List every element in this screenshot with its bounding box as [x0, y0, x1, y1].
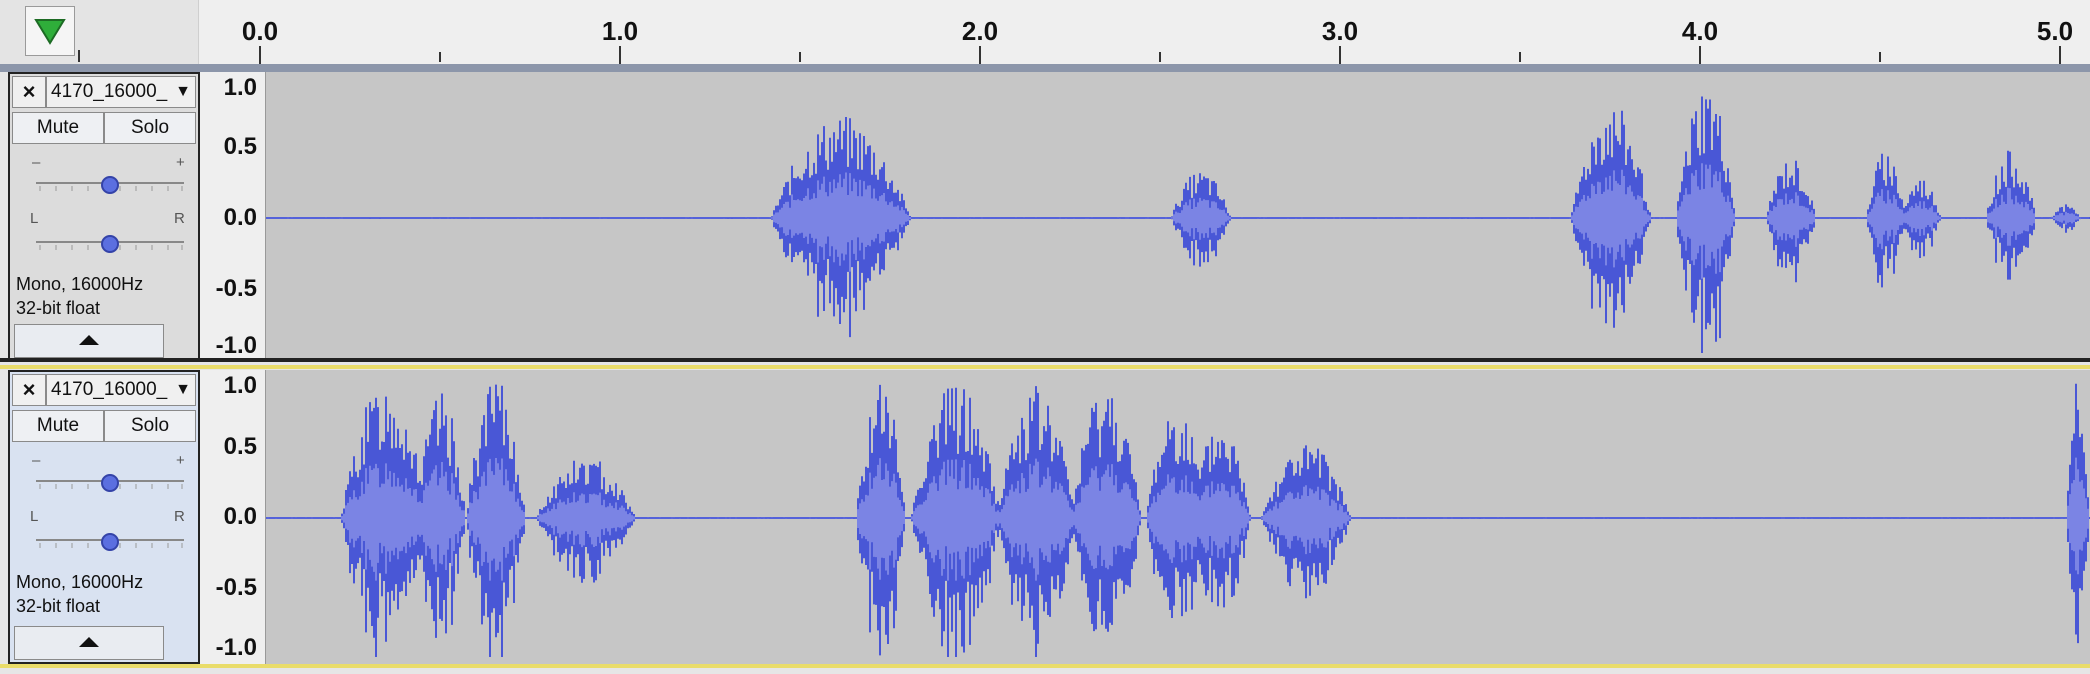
timeline-ruler[interactable]: 0.0 1.0 2.0 3.0 4.0 5.0: [0, 0, 2090, 65]
track-control-panel: × 4170_16000_ ▼ Mute Solo – + L R Mono, …: [8, 370, 200, 664]
pan-right-label: R: [174, 508, 185, 525]
track-bitdepth: 32-bit float: [16, 298, 101, 318]
scale-label: -1.0: [215, 634, 257, 661]
track-info: Mono, 16000Hz 32-bit float: [16, 272, 143, 320]
waveform-peaks: [266, 96, 2089, 353]
track-info: Mono, 16000Hz 32-bit float: [16, 570, 143, 618]
pan-slider[interactable]: [30, 230, 190, 260]
waveform: [266, 96, 2090, 353]
waveform-rms: [266, 163, 2089, 279]
ruler-label-2: 2.0: [961, 16, 999, 46]
close-track-button[interactable]: ×: [12, 76, 46, 108]
close-track-button[interactable]: ×: [12, 374, 46, 406]
gain-minus-label: –: [32, 452, 41, 469]
ruler-ticks: [78, 46, 2061, 64]
dropdown-arrow-icon: ▼: [175, 381, 191, 398]
collapse-track-button[interactable]: [14, 626, 164, 660]
track-name: 4170_16000_: [51, 379, 168, 400]
scale-label: 0.5: [223, 433, 257, 460]
scale-label: 0.0: [223, 204, 257, 231]
selection-border: [0, 664, 2090, 668]
scale-label: -0.5: [215, 574, 257, 601]
gain-minus-label: –: [32, 154, 41, 171]
scale-label: 1.0: [223, 74, 257, 101]
track-format: Mono, 16000Hz: [16, 572, 144, 592]
scale-label: 0.0: [223, 503, 257, 530]
gain-slider[interactable]: [30, 171, 190, 201]
dropdown-arrow-icon: ▼: [175, 83, 191, 100]
ruler-label-0: 0.0: [241, 16, 279, 46]
waveform-area[interactable]: [266, 72, 2090, 362]
track-name-menu[interactable]: 4170_16000_ ▼: [46, 76, 196, 108]
track-name-menu[interactable]: 4170_16000_ ▼: [46, 374, 196, 406]
gain-plus-label: +: [176, 154, 185, 171]
ruler-separator: [0, 64, 2090, 72]
mute-button[interactable]: Mute: [12, 410, 104, 442]
triangle-up-icon: [77, 633, 101, 654]
amplitude-scale: 1.0 0.5 0.0 -0.5 -1.0: [200, 72, 266, 362]
track-format: Mono, 16000Hz: [16, 274, 144, 294]
waveform-area[interactable]: [266, 370, 2090, 664]
collapse-track-button[interactable]: [14, 324, 164, 358]
audio-track-selected[interactable]: × 4170_16000_ ▼ Mute Solo – + L R Mono, …: [0, 370, 2090, 664]
ruler-label-4: 4.0: [1681, 16, 1719, 46]
selection-border: [0, 365, 2090, 369]
solo-button[interactable]: Solo: [104, 112, 196, 144]
gain-slider[interactable]: [30, 469, 190, 499]
track-bitdepth: 32-bit float: [16, 596, 101, 616]
gain-plus-label: +: [176, 452, 185, 469]
track-control-panel: × 4170_16000_ ▼ Mute Solo – + L R Mono, …: [8, 72, 200, 362]
scale-label: 0.5: [223, 133, 257, 160]
triangle-up-icon: [77, 331, 101, 352]
pan-left-label: L: [30, 508, 39, 525]
scale-label: -0.5: [215, 275, 257, 302]
audio-track[interactable]: × 4170_16000_ ▼ Mute Solo – + L R Mono, …: [0, 72, 2090, 362]
pan-slider[interactable]: [30, 528, 190, 558]
mute-button[interactable]: Mute: [12, 112, 104, 144]
solo-button[interactable]: Solo: [104, 410, 196, 442]
ruler-label-3: 3.0: [1321, 16, 1359, 46]
scale-label: -1.0: [215, 332, 257, 359]
amplitude-scale: 1.0 0.5 0.0 -0.5 -1.0: [200, 370, 266, 664]
pan-left-label: L: [30, 210, 39, 227]
track-name: 4170_16000_: [51, 81, 168, 102]
pan-right-label: R: [174, 210, 185, 227]
ruler-label-5: 5.0: [2036, 16, 2074, 46]
waveform: [266, 383, 2090, 657]
track-divider: [0, 358, 2090, 362]
ruler-label-1: 1.0: [601, 16, 639, 46]
scale-label: 1.0: [223, 372, 257, 399]
